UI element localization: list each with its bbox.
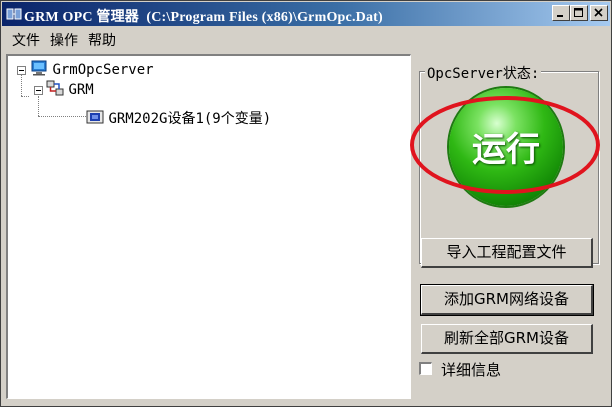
group-expander[interactable] [34, 86, 43, 95]
root-label: GrmOpcServer [52, 62, 154, 78]
tree-line [21, 96, 29, 97]
tree-line [21, 74, 22, 96]
root-expander[interactable] [17, 66, 26, 75]
maximize-button[interactable] [570, 5, 588, 21]
status-group-label: OpcServer状态: [425, 63, 542, 83]
menu-operation[interactable]: 操作 [50, 30, 78, 50]
network-icon [46, 80, 64, 96]
tree-node-root[interactable]: GrmOpcServer [30, 60, 154, 78]
title-bar[interactable]: GRM OPC 管理器 (C:\Program Files (x86)\GrmO… [2, 2, 610, 26]
device-icon [86, 110, 104, 124]
menu-help[interactable]: 帮助 [88, 30, 116, 50]
group-label: GRM [68, 82, 94, 98]
close-button[interactable] [590, 5, 608, 21]
computer-icon [31, 60, 47, 76]
maximize-icon [574, 8, 583, 17]
grm-app-icon [6, 6, 22, 22]
tree-line [38, 96, 39, 116]
device-label: GRM202G设备1(9个变量) [108, 111, 272, 127]
minimize-icon [557, 15, 563, 17]
tree-node-device[interactable]: GRM202G设备1(9个变量) [86, 108, 271, 128]
import-config-button[interactable]: 导入工程配置文件 [421, 238, 593, 268]
menu-bar: 文件 操作 帮助 [2, 27, 610, 49]
refresh-devices-button[interactable]: 刷新全部GRM设备 [421, 324, 593, 354]
tree-line [38, 116, 86, 117]
minimize-button[interactable] [552, 5, 570, 21]
close-icon [594, 8, 603, 17]
details-label: 详细信息 [441, 361, 502, 379]
add-device-button[interactable]: 添加GRM网络设备 [420, 284, 594, 316]
main-window: GRM OPC 管理器 (C:\Program Files (x86)\GrmO… [0, 0, 612, 407]
details-checkbox[interactable] [419, 362, 432, 375]
window-title: GRM OPC 管理器 (C:\Program Files (x86)\GrmO… [24, 10, 383, 25]
menu-file[interactable]: 文件 [12, 30, 40, 50]
device-tree[interactable]: GrmOpcServer GRM GRM202G设备1(9个变量) [6, 54, 411, 399]
tree-node-group[interactable]: GRM [46, 80, 94, 98]
control-panel: OpcServer状态: 运行 导入工程配置文件 添加GRM网络设备 刷新全部G… [410, 54, 607, 399]
red-highlight-ellipse [410, 96, 600, 194]
